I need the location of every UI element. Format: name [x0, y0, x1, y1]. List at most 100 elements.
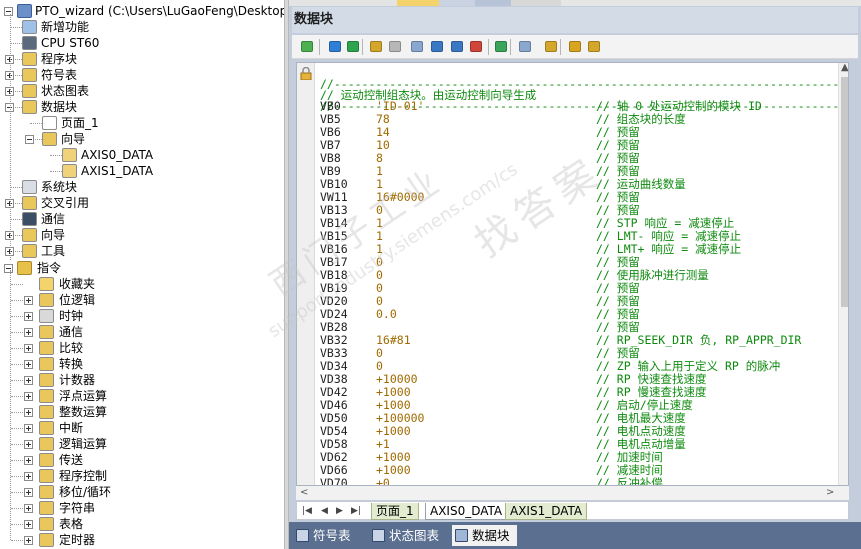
data-line[interactable]: VB9 1// 预留: [318, 165, 838, 178]
instruction-item[interactable]: 浮点运算: [0, 388, 284, 404]
tag-icon[interactable]: [516, 38, 534, 55]
arrow-down-icon[interactable]: [344, 38, 362, 55]
data-line[interactable]: VB6 14// 预留: [318, 126, 838, 139]
last-tab-icon[interactable]: ▶|: [351, 503, 361, 519]
top-tab[interactable]: [289, 0, 397, 6]
scroll-left-icon[interactable]: <: [300, 486, 308, 500]
data-line[interactable]: VB17 0// 预留: [318, 256, 838, 269]
tree-item[interactable]: 通信: [0, 211, 284, 227]
expand-icon[interactable]: [24, 344, 33, 353]
compile-icon[interactable]: [298, 38, 316, 55]
tree-item[interactable]: CPU ST60: [0, 35, 284, 51]
tree-item[interactable]: 符号表: [0, 67, 284, 83]
first-tab-icon[interactable]: |◀: [302, 503, 312, 519]
tree-item[interactable]: 向导: [0, 227, 284, 243]
data-block-editor[interactable]: //--------------------------------------…: [296, 62, 849, 486]
data-line[interactable]: VD24 0.0// 预留: [318, 308, 838, 321]
data-line[interactable]: VB5 78// 组态块的长度: [318, 113, 838, 126]
code-area[interactable]: //--------------------------------------…: [318, 63, 838, 486]
data-line[interactable]: VB8 8// 预留: [318, 152, 838, 165]
sheet-tab[interactable]: AXIS0_DATA: [425, 503, 508, 520]
delete-icon[interactable]: [467, 38, 485, 55]
instruction-item[interactable]: 整数运算: [0, 404, 284, 420]
data-line[interactable]: VD54 +1000// 电机点动速度: [318, 425, 838, 438]
expand-icon[interactable]: [24, 328, 33, 337]
expand-icon[interactable]: [24, 504, 33, 513]
window-tab[interactable]: 符号表: [293, 525, 365, 546]
instruction-item[interactable]: 转换: [0, 356, 284, 372]
expand-icon[interactable]: [24, 408, 33, 417]
scroll-right-icon[interactable]: >: [826, 486, 834, 500]
data-line[interactable]: VB13 0// 预留: [318, 204, 838, 217]
prev-tab-icon[interactable]: ◀: [321, 503, 328, 519]
expand-icon[interactable]: [24, 392, 33, 401]
instruction-item[interactable]: 移位/循环: [0, 484, 284, 500]
insert-icon[interactable]: [367, 38, 385, 55]
expand-icon[interactable]: [24, 472, 33, 481]
expand-icon[interactable]: [24, 520, 33, 529]
data-line[interactable]: VB7 10// 预留: [318, 139, 838, 152]
expand-icon[interactable]: [24, 296, 33, 305]
vertical-scrollbar[interactable]: ▲: [838, 63, 848, 485]
instruction-item[interactable]: 比较: [0, 340, 284, 356]
instruction-item[interactable]: 中断: [0, 420, 284, 436]
tree-item[interactable]: 工具: [0, 243, 284, 259]
tree-item[interactable]: 新增功能: [0, 19, 284, 35]
expand-icon[interactable]: [24, 312, 33, 321]
tree-item[interactable]: 系统块: [0, 179, 284, 195]
instruction-item[interactable]: 逻辑运算: [0, 436, 284, 452]
properties-icon[interactable]: [585, 38, 603, 55]
data-line[interactable]: VD70 +0 // 反冲补偿: [318, 477, 838, 486]
instruction-item[interactable]: 通信: [0, 324, 284, 340]
paste-icon[interactable]: [386, 38, 404, 55]
sheet-tab[interactable]: AXIS1_DATA: [505, 503, 588, 520]
tree-item-project[interactable]: PTO_wizard (C:\Users\LuGaoFeng\Desktop\2…: [4, 3, 284, 19]
expand-icon[interactable]: [24, 376, 33, 385]
top-tab[interactable]: [511, 0, 561, 6]
data-line[interactable]: VB0 'ID-01'// 轴 0 处运动控制的模块 ID: [318, 100, 838, 113]
tree-item[interactable]: 向导: [0, 131, 284, 147]
instruction-item[interactable]: 时钟: [0, 308, 284, 324]
data-line[interactable]: VW11 16#0000// 预留: [318, 191, 838, 204]
instruction-item[interactable]: 定时器: [0, 532, 284, 548]
collapse-icon[interactable]: [4, 264, 13, 273]
tree-item[interactable]: 数据块: [0, 99, 284, 115]
instruction-item[interactable]: 计数器: [0, 372, 284, 388]
undo-icon[interactable]: [428, 38, 446, 55]
expand-icon[interactable]: [24, 456, 33, 465]
sheet-tab[interactable]: 页面_1: [371, 503, 419, 520]
block-icon[interactable]: [408, 38, 426, 55]
data-line[interactable]: VD66 +1000// 减速时间: [318, 464, 838, 477]
expand-icon[interactable]: [24, 440, 33, 449]
instruction-item[interactable]: 字符串: [0, 500, 284, 516]
data-line[interactable]: VB15 1// LMT- 响应 = 减速停止: [318, 230, 838, 243]
redo-icon[interactable]: [448, 38, 466, 55]
expand-icon[interactable]: [24, 360, 33, 369]
instruction-item[interactable]: 程序控制: [0, 468, 284, 484]
next-tab-icon[interactable]: ▶: [336, 503, 343, 519]
instruction-item[interactable]: 收藏夹: [0, 276, 284, 292]
data-line[interactable]: VB14 1// STP 响应 = 减速停止: [318, 217, 838, 230]
instruction-item[interactable]: 表格: [0, 516, 284, 532]
data-line[interactable]: VB32 16#81// RP_SEEK_DIR 负, RP_APPR_DIR: [318, 334, 838, 347]
instruction-item[interactable]: 位逻辑: [0, 292, 284, 308]
window-tab[interactable]: 状态图表: [369, 525, 449, 546]
tree-item[interactable]: AXIS1_DATA: [0, 163, 284, 179]
bookmark-icon[interactable]: [542, 38, 560, 55]
arrow-up-icon[interactable]: [326, 38, 344, 55]
tree-item[interactable]: AXIS0_DATA: [0, 147, 284, 163]
top-tab[interactable]: [439, 0, 475, 6]
tree-item[interactable]: 交叉引用: [0, 195, 284, 211]
top-tab[interactable]: [475, 0, 511, 6]
data-line[interactable]: VB18 0// 使用脉冲进行测量: [318, 269, 838, 282]
key-icon[interactable]: [566, 38, 584, 55]
data-line[interactable]: VB19 0// 预留: [318, 282, 838, 295]
run-icon[interactable]: [492, 38, 510, 55]
instruction-item[interactable]: 传送: [0, 452, 284, 468]
expand-icon[interactable]: [24, 536, 33, 545]
expand-icon[interactable]: [24, 424, 33, 433]
expand-icon[interactable]: [24, 488, 33, 497]
horizontal-scrollbar[interactable]: < >: [296, 486, 849, 500]
scroll-up-icon[interactable]: ▲: [841, 63, 848, 75]
tree-item[interactable]: 状态图表: [0, 83, 284, 99]
